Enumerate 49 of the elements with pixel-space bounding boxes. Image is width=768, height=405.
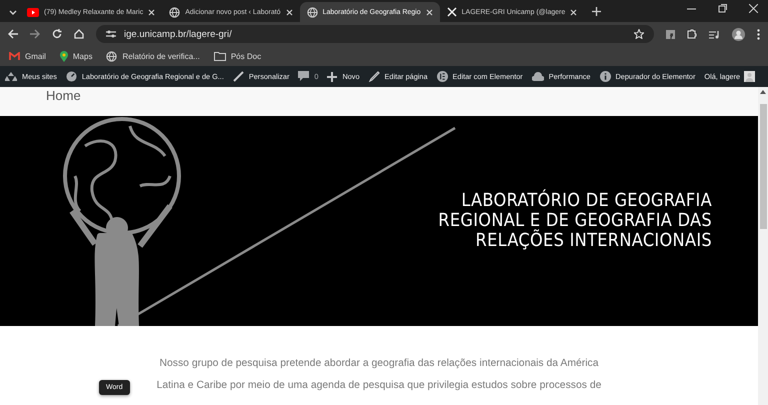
back-arrow-icon[interactable] [8, 29, 18, 39]
puzzle-icon[interactable] [687, 29, 697, 39]
bookmark-link[interactable]: Pós Doc [214, 52, 262, 60]
close-icon[interactable] [426, 8, 433, 16]
bookmark-link[interactable]: Relatório de verifica... [106, 50, 200, 62]
intro-paragraph: Nosso grupo de pesquisa pretende abordar a geografia das relações internacionais da América Latina e Caribe por meio de uma agenda de pesquisa que privilegia estudos sobre processos de [156, 357, 602, 392]
folder-icon [214, 52, 226, 60]
globe-icon [306, 6, 318, 18]
scroll-up-icon[interactable] [760, 90, 766, 94]
x-logo-icon [446, 7, 457, 17]
elementor-icon [436, 71, 448, 82]
plus-icon [327, 72, 338, 82]
sites-icon [5, 72, 17, 82]
reload-icon[interactable] [52, 29, 62, 39]
map-pin-icon [60, 50, 68, 62]
home-icon[interactable] [74, 29, 84, 39]
globe-icon [169, 6, 180, 18]
chevron-down-icon [9, 10, 17, 14]
star-icon[interactable] [634, 29, 644, 39]
home-link[interactable]: Home [46, 88, 81, 104]
close-icon[interactable] [570, 8, 578, 16]
new-tab-icon[interactable] [592, 7, 602, 16]
scrollbar[interactable] [758, 87, 768, 405]
media-icon[interactable] [709, 30, 720, 38]
close-icon[interactable] [148, 8, 156, 16]
address-bar[interactable]: ige.unicamp.br/lagere-gri/ [96, 25, 654, 43]
forward-arrow-icon[interactable] [30, 29, 40, 39]
close-icon[interactable] [749, 4, 758, 12]
mail-icon [9, 52, 20, 60]
bookmark-link[interactable]: Gmail [9, 52, 46, 60]
close-icon[interactable] [286, 8, 293, 16]
globe-icon [106, 50, 118, 62]
avatar-icon [744, 71, 756, 82]
info-icon [600, 71, 610, 82]
url-text: ige.unicamp.br/lagere-gri/ [124, 28, 233, 40]
hero-title: LABORATÓRIO DE GEOGRAFIA REGIONAL E DE GEOGRAFIA DAS RELAÇÕES INTERNACIONAIS [438, 191, 712, 251]
gauge-icon [66, 71, 77, 82]
site-settings-icon[interactable] [106, 30, 116, 38]
pencil-icon [368, 71, 380, 82]
bookmark-link[interactable]: Maps [60, 50, 92, 62]
video-icon [27, 8, 39, 16]
menu-icon[interactable] [757, 28, 760, 40]
extension-icon[interactable] [666, 30, 675, 38]
restore-icon[interactable] [718, 4, 727, 12]
scrollbar-thumb[interactable] [760, 104, 766, 229]
comment-icon [298, 71, 310, 82]
cloud-icon [532, 72, 544, 82]
avatar-icon[interactable] [732, 28, 745, 40]
brush-icon [232, 71, 244, 82]
